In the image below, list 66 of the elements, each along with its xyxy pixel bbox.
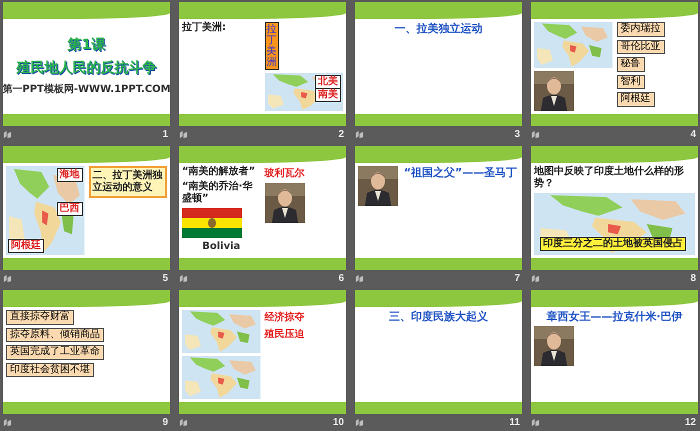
slide-number: 11 [509, 417, 521, 428]
transition-icon[interactable] [179, 274, 188, 283]
title-banner: 二、拉丁美洲独立运动的意义 [88, 166, 167, 198]
transition-icon[interactable] [3, 418, 12, 427]
slide-heading: 拉丁美洲: [182, 22, 227, 34]
slide-thumbnail[interactable]: 章西女王——拉克什米·巴伊 [531, 290, 698, 414]
slide-number: 7 [514, 273, 521, 284]
slide-title: 殖民地人民的反抗斗争 [16, 60, 156, 76]
slide-thumbnail[interactable]: 拉丁美洲: 拉丁美洲 北美 南美 [179, 2, 346, 126]
slide-number: 1 [162, 129, 169, 140]
slide-number: 5 [162, 273, 169, 284]
text-box: 智利 [616, 74, 644, 89]
slide-thumbnail[interactable]: 一、拉美独立运动 [355, 2, 522, 126]
text-box: 印度社会贫困不堪 [6, 362, 94, 377]
transition-icon[interactable] [355, 274, 364, 283]
slide-title: 章西女王——拉克什米·巴伊 [545, 310, 684, 324]
map-label: 海地 [56, 168, 82, 182]
slide-thumbnail[interactable]: 地图中反映了印度土地什么样的形势？ 印度三分之二的土地被英国侵占 [531, 146, 698, 270]
slide-number: 10 [332, 417, 345, 428]
map-label: 印度三分之二的土地被英国侵占 [540, 237, 686, 251]
transition-icon[interactable] [355, 130, 364, 139]
slide-number: 8 [690, 273, 697, 284]
flag-drawing [182, 208, 242, 238]
slide-heading: 地图中反映了印度土地什么样的形势？ [534, 166, 685, 190]
slide-title: 第1课 [68, 36, 106, 54]
slide-thumbnail[interactable]: “祖国之父”——圣马丁 [355, 146, 522, 270]
text-box: 阿根廷 [616, 92, 654, 106]
slide-number: 12 [684, 417, 697, 428]
text-box: 哥伦比亚 [616, 40, 664, 54]
caption-text: Bolivia [201, 241, 242, 252]
slide-heading: “南美的解放者” [182, 166, 256, 178]
vertical-label: 拉丁美洲 [264, 22, 278, 70]
transition-icon[interactable] [3, 274, 12, 283]
transition-icon[interactable] [531, 130, 540, 139]
transition-icon[interactable] [531, 418, 540, 427]
slide-thumbnail[interactable]: 直接掠夺财富 掠夺原料、倾销商品 英国完成了工业革命 印度社会贫困不堪 [3, 290, 170, 414]
keyword-text: 经济掠夺 [264, 310, 306, 324]
transition-icon[interactable] [179, 418, 188, 427]
text-box: 直接掠夺财富 [6, 310, 74, 324]
keyword-text: 玻利瓦尔 [264, 166, 306, 180]
transition-icon[interactable] [3, 130, 12, 139]
text-box: 秘鲁 [616, 57, 644, 72]
slide-number: 3 [514, 129, 521, 140]
slide-thumbnail[interactable]: 海地 巴西 阿根廷 二、拉丁美洲独立运动的意义 [3, 146, 170, 270]
slide-title: 三、印度民族大起义 [388, 310, 489, 324]
slide-thumbnail[interactable]: 三、印度民族大起义 [355, 290, 522, 414]
slide-heading: “南美的乔治·华盛顿” [182, 181, 254, 205]
slide-number: 2 [338, 129, 345, 140]
map-label: 南美 [315, 88, 341, 102]
slide-number: 4 [690, 129, 697, 140]
slide-title: 一、拉美独立运动 [394, 22, 484, 36]
transition-icon[interactable] [179, 130, 188, 139]
text-box: 英国完成了工业革命 [6, 345, 104, 360]
map-label: 阿根廷 [8, 239, 44, 253]
slide-number: 6 [338, 273, 345, 284]
transition-icon[interactable] [531, 274, 540, 283]
slide-number: 9 [162, 417, 169, 428]
slide-thumbnail[interactable]: “南美的解放者” “南美的乔治·华盛顿” Bolivia 玻利瓦尔 [179, 146, 346, 270]
slide-thumbnail[interactable]: 委内瑞拉 哥伦比亚 秘鲁 智利 阿根廷 [531, 2, 698, 126]
slide-title: “祖国之父”——圣马丁 [402, 166, 518, 180]
keyword-text: 殖民压迫 [264, 328, 306, 341]
map-label: 北美 [315, 75, 341, 89]
transition-icon[interactable] [355, 418, 364, 427]
text-box: 掠夺原料、倾销商品 [6, 328, 104, 342]
text-box: 委内瑞拉 [616, 22, 664, 36]
slide-thumbnail[interactable]: 经济掠夺 殖民压迫 [179, 290, 346, 414]
